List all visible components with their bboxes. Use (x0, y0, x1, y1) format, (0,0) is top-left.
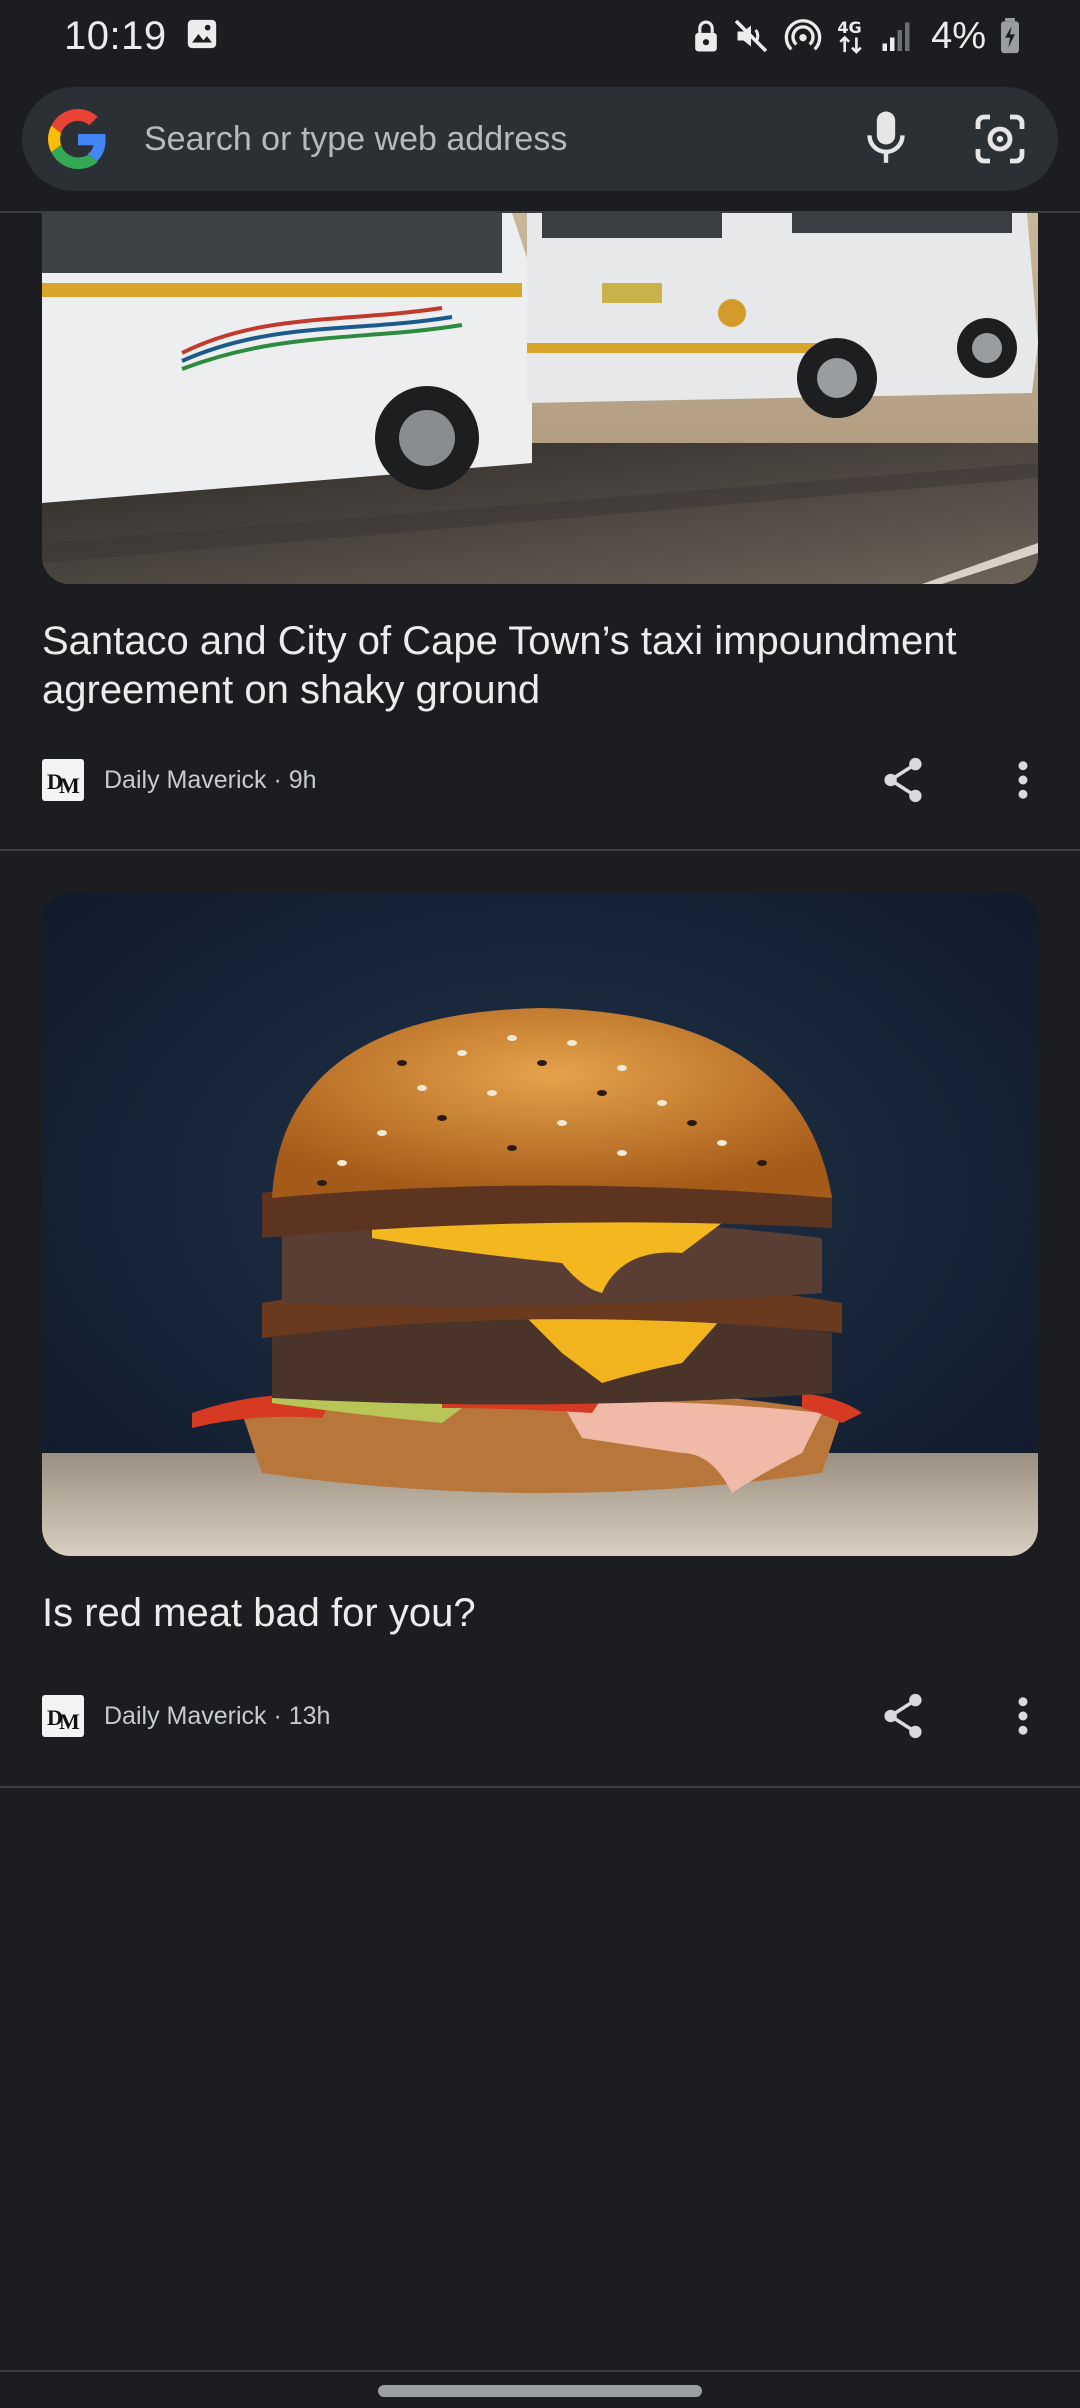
hotspot-icon (783, 16, 823, 56)
battery-icon (1000, 18, 1020, 54)
status-bar: 10:19 4G 4% (0, 0, 1080, 72)
clock: 10:19 (64, 13, 167, 58)
svg-text:M: M (59, 773, 80, 797)
lens-icon[interactable] (968, 107, 1032, 171)
article-meta: DM Daily Maverick · 13h (42, 1691, 1038, 1741)
nav-divider (0, 2370, 1080, 2372)
search-bar[interactable]: Search or type web address (22, 87, 1058, 191)
article-image[interactable] (42, 893, 1038, 1556)
share-icon (884, 757, 922, 803)
card-divider (0, 1786, 1080, 1788)
share-button[interactable] (878, 755, 928, 805)
article-title[interactable]: Is red meat bad for you? (42, 1589, 1038, 1638)
article-meta: DM Daily Maverick · 9h (42, 755, 1038, 805)
network-4g-icon: 4G (837, 17, 867, 55)
mic-icon[interactable] (856, 109, 916, 169)
publisher-and-time: Daily Maverick · 9h (104, 765, 317, 794)
status-right: 4G 4% (693, 15, 1020, 58)
share-button[interactable] (878, 1691, 928, 1741)
lock-app-icon (693, 19, 719, 53)
signal-icon (881, 19, 911, 53)
mute-icon (733, 18, 769, 54)
browser-screen: 10:19 4G 4% Search or type web address S… (0, 0, 1080, 2408)
publisher-logo: DM (42, 759, 84, 801)
article-card[interactable]: Is red meat bad for you? DM Daily Maveri… (0, 893, 1080, 1793)
more-vert-icon (1018, 761, 1028, 799)
more-options-button[interactable] (1008, 755, 1038, 805)
share-icon (884, 1693, 922, 1739)
more-options-button[interactable] (1008, 1691, 1038, 1741)
article-image[interactable] (42, 213, 1038, 584)
more-vert-icon (1018, 1697, 1028, 1735)
status-left: 10:19 (64, 14, 219, 59)
home-gesture-bar[interactable] (378, 2385, 702, 2397)
google-logo (48, 109, 108, 169)
search-input[interactable]: Search or type web address (144, 120, 856, 159)
image-icon (185, 17, 219, 56)
svg-text:M: M (59, 1709, 80, 1733)
article-card[interactable]: Santaco and City of Cape Town’s taxi imp… (0, 213, 1080, 853)
card-divider (0, 849, 1080, 851)
network-label: 4G (837, 18, 861, 37)
publisher-logo: DM (42, 1695, 84, 1737)
article-title[interactable]: Santaco and City of Cape Town’s taxi imp… (42, 617, 1038, 715)
publisher-and-time: Daily Maverick · 13h (104, 1701, 331, 1730)
battery-percent: 4% (931, 14, 986, 57)
